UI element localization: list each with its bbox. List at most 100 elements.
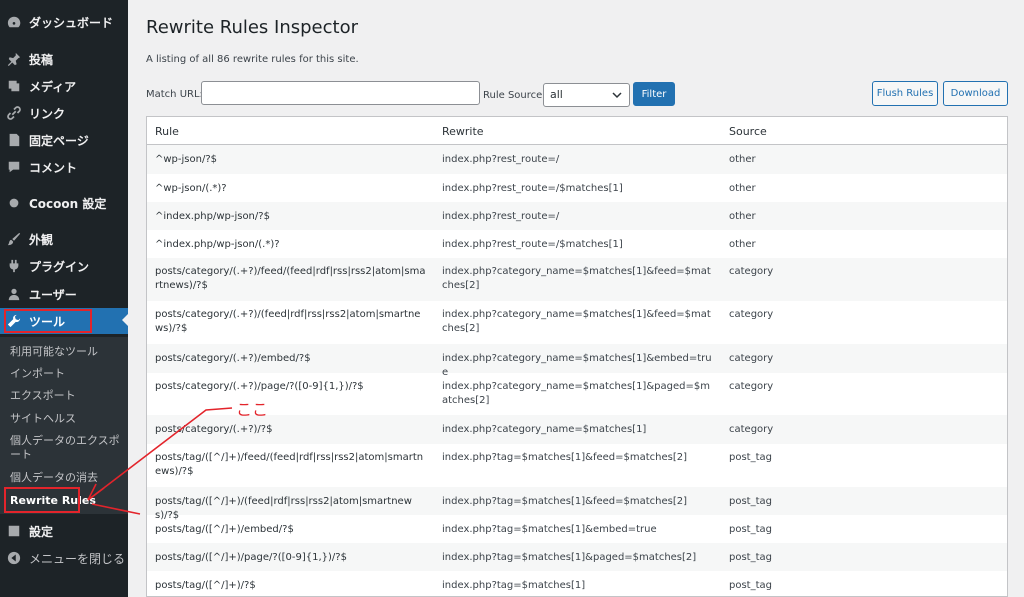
link-icon	[6, 105, 22, 121]
plugin-icon	[6, 258, 22, 274]
rewrite-cell: index.php?rest_route=/	[442, 154, 560, 165]
submenu-site-health[interactable]: サイトヘルス	[10, 412, 126, 426]
brush-icon	[6, 231, 22, 247]
rule-source-select[interactable]: all	[543, 83, 630, 107]
menu-cocoon[interactable]: Cocoon 設定	[0, 191, 128, 215]
rewrite-rules-table: Rule Rewrite Source ^wp-json/?$ index.php…	[146, 116, 1008, 597]
submenu-export[interactable]: エクスポート	[10, 389, 126, 403]
chevron-down-icon	[611, 89, 623, 101]
download-button[interactable]: Download	[943, 81, 1008, 106]
collapse-icon	[6, 550, 22, 566]
column-header-rule[interactable]: Rule	[155, 125, 179, 138]
rule-cell: posts/category/(.+?)/feed/(feed|rdf|rss|…	[155, 266, 426, 291]
table-row: posts/category/(.+?)/feed/(feed|rdf|rss|…	[147, 258, 1007, 301]
menu-comments-label: コメント	[29, 160, 78, 175]
rule-cell: posts/tag/([^/]+)/feed/(feed|rdf|rss|rss…	[155, 452, 424, 477]
rewrite-cell: index.php?category_name=$matches[1]&page…	[442, 381, 710, 406]
table-header: Rule Rewrite Source	[147, 117, 1007, 145]
table-row: posts/tag/([^/]+)/(feed|rdf|rss|rss2|ato…	[147, 487, 1007, 521]
circle-icon	[6, 195, 22, 211]
page-title: Rewrite Rules Inspector	[146, 17, 358, 38]
menu-links-label: リンク	[29, 106, 66, 121]
menu-plugins[interactable]: プラグイン	[0, 254, 128, 278]
source-cell: other	[729, 239, 756, 250]
column-header-rewrite[interactable]: Rewrite	[442, 125, 484, 138]
rewrite-cell: index.php?tag=$matches[1]&embed=true	[442, 524, 657, 535]
rule-cell: ^index.php/wp-json/(.*)?	[155, 239, 280, 250]
submenu-export-personal-data[interactable]: 個人データのエクスポート	[10, 434, 126, 462]
menu-collapse-label: メニューを閉じる	[29, 551, 126, 566]
media-icon	[6, 78, 22, 94]
menu-media-label: メディア	[29, 79, 77, 94]
menu-media[interactable]: メディア	[0, 74, 128, 98]
menu-cocoon-label: Cocoon 設定	[29, 196, 107, 211]
submenu-available-tools[interactable]: 利用可能なツール	[10, 345, 126, 359]
menu-users[interactable]: ユーザー	[0, 282, 128, 306]
rewrite-cell: index.php?category_name=$matches[1]&feed…	[442, 266, 711, 291]
rule-cell: ^index.php/wp-json/?$	[155, 211, 270, 222]
rule-cell: posts/category/(.+?)/(feed|rdf|rss|rss2|…	[155, 309, 421, 334]
submenu-import[interactable]: インポート	[10, 367, 126, 381]
menu-dashboard-label: ダッシュボード	[29, 15, 114, 30]
menu-posts-label: 投稿	[29, 52, 54, 67]
source-cell: category	[729, 381, 774, 392]
comment-icon	[6, 159, 22, 175]
menu-posts[interactable]: 投稿	[0, 47, 128, 71]
table-row: ^index.php/wp-json/?$ index.php?rest_rout…	[147, 202, 1007, 230]
user-icon	[6, 286, 22, 302]
source-cell: post_tag	[729, 452, 772, 463]
table-row: posts/tag/([^/]+)/feed/(feed|rdf|rss|rss…	[147, 444, 1007, 487]
submenu-erase-personal-data[interactable]: 個人データの消去	[10, 471, 126, 485]
rule-source-label: Rule Source:	[483, 90, 546, 101]
page-icon	[6, 132, 22, 148]
table-row: posts/category/(.+?)/embed/?$ index.php?c…	[147, 344, 1007, 378]
match-url-label: Match URL:	[146, 89, 203, 100]
table-row: posts/tag/([^/]+)/?$ index.php?tag=$match…	[147, 571, 1007, 596]
tools-highlight-box	[4, 309, 92, 333]
source-cell: category	[729, 353, 774, 364]
rewrite-rules-highlight-box	[4, 487, 80, 513]
rewrite-cell: index.php?tag=$matches[1]&feed=$matches[…	[442, 496, 688, 507]
source-cell: other	[729, 154, 756, 165]
rewrite-cell: index.php?rest_route=/$matches[1]	[442, 239, 623, 250]
menu-plugins-label: プラグイン	[29, 259, 90, 274]
rule-source-value: all	[550, 88, 563, 101]
rule-cell: ^wp-json/?$	[155, 154, 217, 165]
menu-appearance[interactable]: 外観	[0, 227, 128, 251]
rewrite-cell: index.php?category_name=$matches[1]&feed…	[442, 309, 711, 334]
match-url-input[interactable]	[201, 81, 480, 105]
menu-comments[interactable]: コメント	[0, 155, 128, 179]
rewrite-cell: index.php?tag=$matches[1]	[442, 580, 586, 591]
source-cell: other	[729, 183, 756, 194]
source-cell: category	[729, 424, 774, 435]
column-header-source[interactable]: Source	[729, 125, 767, 138]
rule-cell: posts/tag/([^/]+)/embed/?$	[155, 524, 294, 535]
rewrite-cell: index.php?category_name=$matches[1]	[442, 424, 647, 435]
table-row: posts/tag/([^/]+)/page/?([0-9]{1,})/?$ in…	[147, 543, 1007, 571]
menu-settings-label: 設定	[29, 524, 54, 539]
table-row: posts/category/(.+?)/(feed|rdf|rss|rss2|…	[147, 301, 1007, 344]
filter-button[interactable]: Filter	[633, 82, 675, 106]
rule-cell: posts/category/(.+?)/embed/?$	[155, 353, 311, 364]
menu-dashboard[interactable]: ダッシュボード	[0, 10, 128, 34]
rule-cell: posts/category/(.+?)/page/?([0-9]{1,})/?…	[155, 381, 364, 392]
rule-cell: ^wp-json/(.*)?	[155, 183, 227, 194]
table-row: ^index.php/wp-json/(.*)? index.php?rest_r…	[147, 230, 1007, 258]
main-content: Rewrite Rules Inspector A listing of all…	[128, 0, 1024, 597]
menu-links[interactable]: リンク	[0, 101, 128, 125]
menu-collapse[interactable]: メニューを閉じる	[0, 546, 128, 570]
menu-settings[interactable]: 設定	[0, 519, 128, 543]
table-row: posts/category/(.+?)/page/?([0-9]{1,})/?…	[147, 373, 1007, 415]
rewrite-cell: index.php?tag=$matches[1]&paged=$matches…	[442, 552, 697, 563]
flush-rules-button[interactable]: Flush Rules	[872, 81, 938, 106]
rule-cell: posts/tag/([^/]+)/page/?([0-9]{1,})/?$	[155, 552, 347, 563]
admin-sidebar: ダッシュボード 投稿 メディア リンク 固定ページ コメント Cocoon 設定…	[0, 0, 128, 597]
rule-cell: posts/tag/([^/]+)/?$	[155, 580, 256, 591]
table-row: ^wp-json/?$ index.php?rest_route=/ other	[147, 145, 1007, 174]
menu-appearance-label: 外観	[29, 232, 54, 247]
rewrite-cell: index.php?rest_route=/	[442, 211, 560, 222]
dashboard-icon	[6, 14, 22, 30]
menu-pages[interactable]: 固定ページ	[0, 128, 128, 152]
source-cell: post_tag	[729, 580, 772, 591]
table-row: posts/tag/([^/]+)/embed/?$ index.php?tag=…	[147, 515, 1007, 543]
